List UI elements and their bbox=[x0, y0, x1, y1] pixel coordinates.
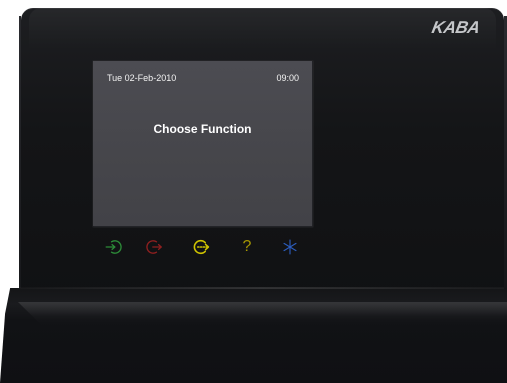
green-arrow-in-button[interactable] bbox=[102, 238, 124, 256]
blue-star-button[interactable] bbox=[279, 238, 301, 256]
choose-function-message: Choose Function bbox=[153, 122, 252, 136]
arrow-out-circle-icon bbox=[146, 240, 162, 254]
arrow-right-circle-icon bbox=[193, 239, 210, 255]
date-readout: Tue 02-Feb-2010 bbox=[107, 73, 177, 83]
star-icon bbox=[283, 239, 297, 255]
display-screen: Tue 02-Feb-2010 09:00 Choose Function bbox=[93, 61, 312, 226]
ledge-reflection bbox=[18, 302, 507, 326]
arrow-in-circle-icon bbox=[105, 240, 122, 254]
question-mark-icon: ? bbox=[242, 238, 252, 255]
help-button[interactable]: ? bbox=[236, 238, 258, 256]
brand-logo: KABA bbox=[430, 18, 482, 37]
device-photo: KABA Tue 02-Feb-2010 09:00 Choose Functi… bbox=[0, 0, 507, 383]
yellow-arrow-right-button[interactable] bbox=[191, 238, 213, 256]
ledge-top-highlight bbox=[18, 287, 504, 289]
terminal-left-edge bbox=[19, 16, 21, 290]
time-readout: 09:00 bbox=[276, 73, 299, 83]
red-arrow-out-button[interactable] bbox=[144, 238, 166, 256]
